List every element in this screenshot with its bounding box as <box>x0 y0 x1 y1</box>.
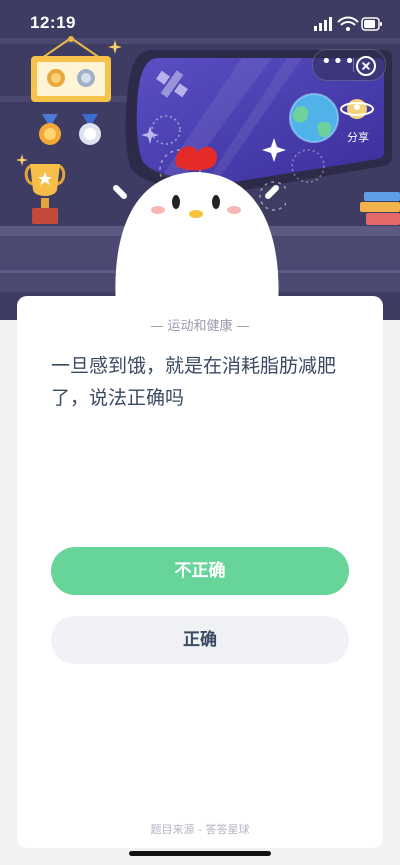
answer-option-correct[interactable]: 正确 <box>51 616 349 664</box>
header-scene: 分享 <box>0 0 400 320</box>
silver-medal-illustration <box>79 114 101 145</box>
signal-icon <box>314 17 332 31</box>
capsule-divider <box>353 58 354 72</box>
quiz-card: — 运动和健康 — 一旦感到饿，就是在消耗脂肪减肥了，说法正确吗 不正确 正确 … <box>17 296 383 848</box>
battery-icon <box>361 17 382 31</box>
sparkle-icon <box>16 154 28 166</box>
trophy-illustration <box>24 164 66 224</box>
share-label[interactable]: 分享 <box>347 129 369 145</box>
status-bar: 12:19 <box>0 0 400 48</box>
question-source: 题目来源 - 答答星球 <box>150 823 250 836</box>
miniprogram-capsule: ••• <box>312 49 386 81</box>
home-indicator[interactable] <box>129 851 271 856</box>
answer-option-incorrect[interactable]: 不正确 <box>51 547 349 595</box>
status-icons <box>314 16 382 31</box>
quiz-question: 一旦感到饿，就是在消耗脂肪减肥了，说法正确吗 <box>51 355 337 409</box>
chick-mascot-illustration <box>113 146 286 306</box>
close-icon[interactable] <box>356 56 376 76</box>
status-time: 12:19 <box>30 13 76 32</box>
more-options-button[interactable]: ••• <box>321 50 355 80</box>
wifi-icon <box>337 16 359 31</box>
share-planet-icon[interactable] <box>340 92 374 126</box>
quiz-category: — 运动和健康 — <box>150 319 250 334</box>
books-illustration <box>360 192 400 225</box>
gold-medal-illustration <box>39 114 61 145</box>
